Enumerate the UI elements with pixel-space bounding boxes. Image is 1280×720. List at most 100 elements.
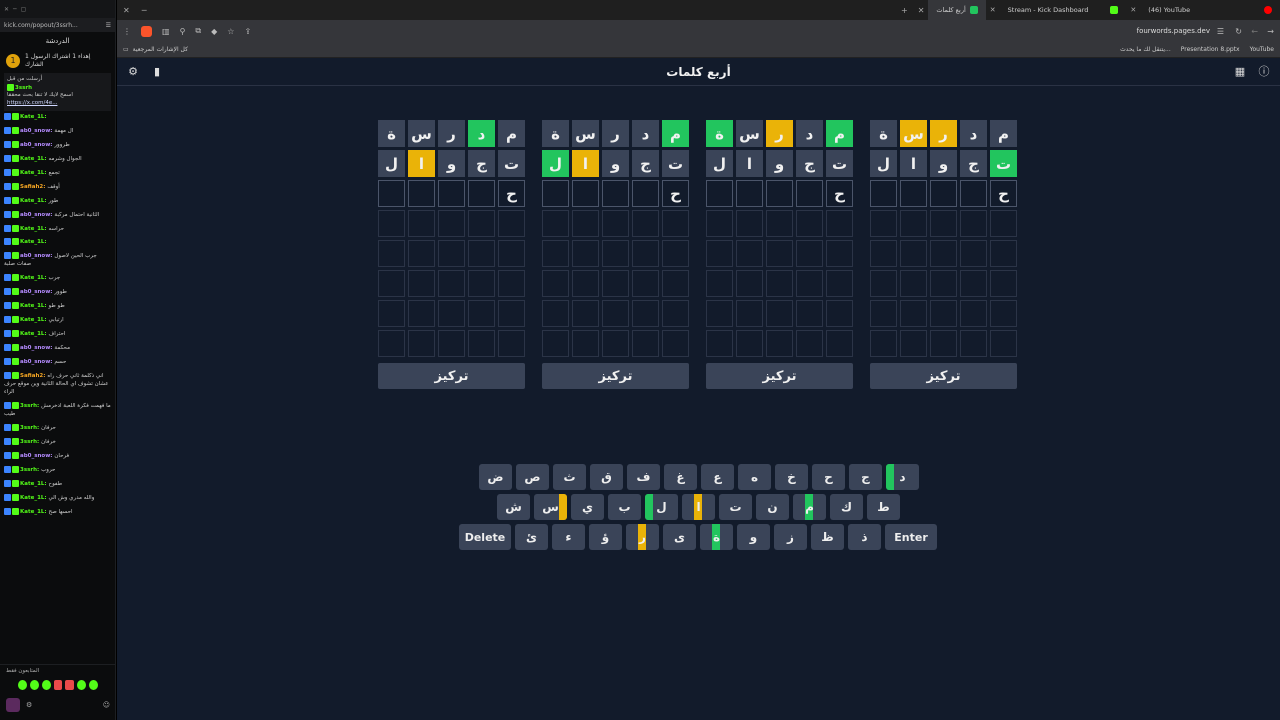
letter-key[interactable]: ز [774, 524, 807, 550]
chat-username[interactable]: 3ssrh: [20, 467, 41, 473]
reload-icon[interactable]: ↻ [1235, 27, 1242, 36]
letter-key[interactable]: ر [626, 524, 659, 550]
delete-key[interactable]: Delete [459, 524, 511, 550]
share-icon[interactable]: ⇪ [244, 27, 251, 36]
letter-key[interactable]: ى [663, 524, 696, 550]
chat-username[interactable]: ab0_snow: [20, 212, 54, 218]
diamond-icon[interactable]: ◆ [211, 27, 217, 36]
minimize-icon[interactable]: ─ [13, 6, 17, 13]
letter-key[interactable]: غ [664, 464, 697, 490]
chat-username[interactable]: ab0_snow: [20, 359, 54, 365]
letter-key[interactable]: ش [497, 494, 530, 520]
letter-key[interactable]: ق [590, 464, 623, 490]
pinned-message[interactable]: أرسلت من قبل 3ssrh اسمح لايك لا تنقا بحث… [4, 73, 111, 111]
settings-icon[interactable]: ⚙ [26, 701, 32, 709]
tab-four-words[interactable]: أربع كلمات [928, 0, 986, 20]
chat-username[interactable]: ab0_snow: [20, 253, 54, 259]
letter-key[interactable]: ع [701, 464, 734, 490]
avatar[interactable] [6, 698, 20, 712]
chat-username[interactable]: Kate_1L: [20, 317, 49, 323]
chat-username[interactable]: Safiah2: [20, 184, 47, 190]
all-bookmarks[interactable]: كل الإشارات المرجعية [133, 46, 188, 53]
tune-icon[interactable]: ☰ [1217, 27, 1224, 36]
chat-username[interactable]: ab0_snow: [20, 128, 54, 134]
emote-icon[interactable] [41, 680, 51, 690]
letter-key[interactable]: خ [775, 464, 808, 490]
close-window-icon[interactable]: ✕ [117, 6, 136, 15]
letter-key[interactable]: و [737, 524, 770, 550]
info-icon[interactable]: ⓘ [1258, 65, 1270, 78]
letter-key[interactable]: م [793, 494, 826, 520]
emote-icon[interactable] [65, 680, 75, 690]
letter-key[interactable]: ص [516, 464, 549, 490]
enter-key[interactable]: Enter [885, 524, 937, 550]
letter-key[interactable]: ئ [515, 524, 548, 550]
letter-key[interactable]: ف [627, 464, 660, 490]
bookmark-star-icon[interactable]: ☆ [227, 27, 234, 36]
focus-button[interactable]: تركيز [870, 363, 1017, 389]
letter-key[interactable]: ا [682, 494, 715, 520]
bookmark-youtube[interactable]: YouTube [1250, 46, 1274, 53]
chat-username[interactable]: Kate_1L: [20, 495, 49, 501]
emote-icon[interactable] [29, 680, 39, 690]
minimize-icon[interactable]: ─ [136, 6, 153, 15]
focus-button[interactable]: تركيز [706, 363, 853, 389]
chat-username[interactable]: ab0_snow: [20, 345, 54, 351]
chat-username[interactable]: 3ssrh: [20, 439, 41, 445]
letter-key[interactable]: ج [849, 464, 882, 490]
close-tab-icon[interactable]: ✕ [986, 6, 1000, 14]
letter-key[interactable]: د [886, 464, 919, 490]
forward-icon[interactable]: ← [1251, 27, 1258, 36]
emote-icon[interactable] [53, 680, 63, 690]
letter-key[interactable]: ل [645, 494, 678, 520]
emoji-icon[interactable]: ☺ [103, 701, 110, 709]
letter-key[interactable]: ض [479, 464, 512, 490]
chat-username[interactable]: Kate_1L: [20, 509, 49, 515]
letter-key[interactable]: ب [608, 494, 641, 520]
stats-icon[interactable]: ▮ [151, 65, 163, 78]
close-icon[interactable]: ✕ [4, 6, 9, 13]
tab-youtube[interactable]: (46) YouTube [1140, 0, 1198, 20]
letter-key[interactable]: ط [867, 494, 900, 520]
chat-username[interactable]: Kate_1L: [20, 170, 49, 176]
tab-kick-dashboard[interactable]: Stream - Kick Dashboard [1000, 0, 1127, 20]
emote-icon[interactable] [89, 680, 99, 690]
menu-icon[interactable]: ⋮ [123, 27, 131, 36]
calendar-icon[interactable]: ▦ [1234, 65, 1246, 78]
letter-key[interactable]: ء [552, 524, 585, 550]
chat-username[interactable]: Kate_1L: [20, 275, 49, 281]
letter-key[interactable]: ح [812, 464, 845, 490]
letter-key[interactable]: ؤ [589, 524, 622, 550]
chat-username[interactable]: Kate_1L: [20, 114, 47, 120]
pinned-link[interactable]: https://x.com/4e... [7, 100, 108, 108]
letter-key[interactable]: ث [553, 464, 586, 490]
letter-key[interactable]: ك [830, 494, 863, 520]
close-tab-icon[interactable]: ✕ [1126, 6, 1140, 14]
emote-icon[interactable] [18, 680, 27, 690]
chat-username[interactable]: Kate_1L: [20, 331, 49, 337]
emote-icon[interactable] [77, 680, 87, 690]
chat-username[interactable]: ab0_snow: [20, 142, 54, 148]
menu-icon[interactable]: ☰ [106, 22, 111, 29]
sidebar-icon[interactable]: ▥ [162, 27, 170, 36]
address-bar[interactable]: fourwords.pages.dev [1137, 27, 1210, 35]
chat-username[interactable]: Kate_1L: [20, 481, 49, 487]
letter-key[interactable]: ي [571, 494, 604, 520]
chat-username[interactable]: Kate_1L: [20, 198, 49, 204]
close-tab-icon[interactable]: ✕ [914, 6, 929, 15]
letter-key[interactable]: س [534, 494, 567, 520]
chat-username[interactable]: 3ssrh: [20, 403, 41, 409]
bookmark-presentation[interactable]: Presentation 8.pptx [1181, 46, 1240, 53]
focus-button[interactable]: تركيز [378, 363, 525, 389]
letter-key[interactable]: ت [719, 494, 752, 520]
pinned-gift-banner[interactable]: 1 إهداء 1 اشتراك الرسول 1 الشارك [0, 50, 115, 71]
back-icon[interactable]: → [1267, 27, 1274, 36]
maximize-icon[interactable]: ▢ [21, 6, 27, 13]
new-tab-icon[interactable]: + [895, 6, 914, 15]
chat-username[interactable]: Safiah2: [20, 373, 47, 379]
chat-username[interactable]: ab0_snow: [20, 289, 54, 295]
letter-key[interactable]: ن [756, 494, 789, 520]
letter-key[interactable]: ظ [811, 524, 844, 550]
chat-username[interactable]: ab0_snow: [20, 453, 54, 459]
letter-key[interactable]: ة [700, 524, 733, 550]
